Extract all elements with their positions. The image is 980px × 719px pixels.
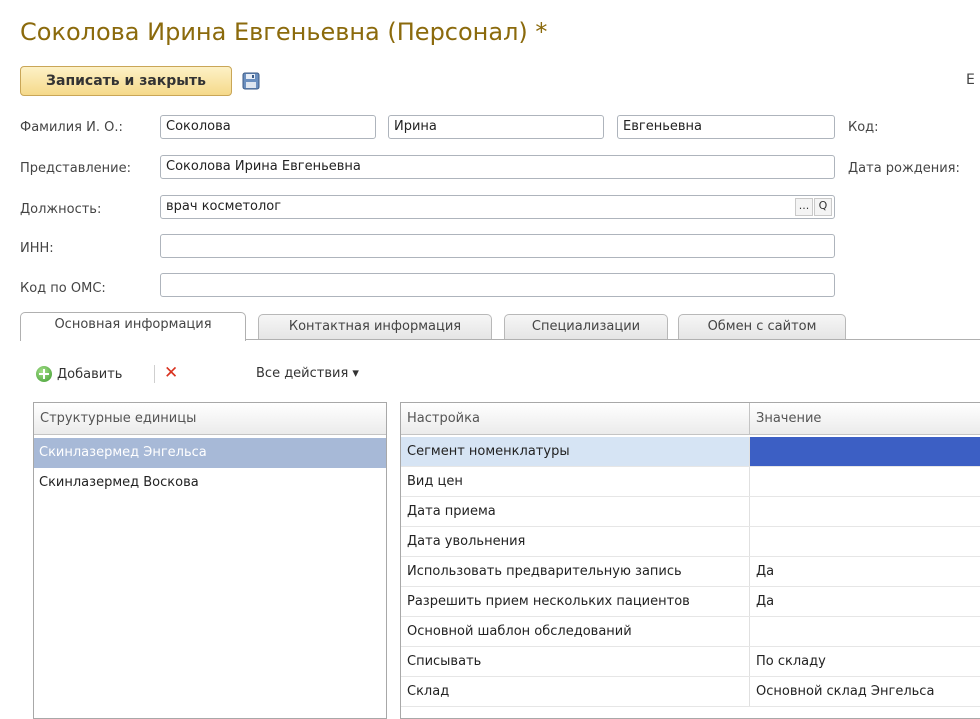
window-title: Соколова Ирина Евгеньевна (Персонал) * xyxy=(20,18,548,46)
setting-cell: Дата приема xyxy=(407,504,496,519)
representation-field[interactable]: Соколова Ирина Евгеньевна xyxy=(160,155,835,179)
position-field[interactable]: врач косметолог ... Q xyxy=(160,195,835,219)
setting-cell: Склад xyxy=(407,684,450,699)
value-cell[interactable] xyxy=(749,437,980,466)
delete-icon[interactable]: ✕ xyxy=(164,364,178,382)
table-row[interactable]: Использовать предварительную запись Да xyxy=(401,557,980,587)
add-button-label: Добавить xyxy=(57,366,123,382)
position-pick-buttons: ... Q xyxy=(795,198,832,216)
value-cell[interactable]: Основной склад Энгельса xyxy=(749,677,980,706)
value-cell[interactable] xyxy=(749,467,980,496)
tab-site-exchange[interactable]: Обмен с сайтом xyxy=(678,314,846,340)
position-select-button[interactable]: ... xyxy=(795,198,813,216)
first-name-field[interactable]: Ирина xyxy=(388,115,604,139)
inn-label: ИНН: xyxy=(20,241,54,256)
settings-table-header: Настройка Значение xyxy=(401,403,980,435)
setting-cell: Списывать xyxy=(407,654,482,669)
value-column-header[interactable]: Значение xyxy=(749,403,980,435)
value-cell[interactable]: По складу xyxy=(749,647,980,676)
setting-cell: Сегмент номенклатуры xyxy=(407,444,570,459)
tab-main-info[interactable]: Основная информация xyxy=(20,312,246,341)
table-row[interactable]: Основной шаблон обследований xyxy=(401,617,980,647)
table-row[interactable]: Склад Основной склад Энгельса xyxy=(401,677,980,707)
middle-name-field[interactable]: Евгеньевна xyxy=(617,115,835,139)
table-row[interactable]: Вид цен xyxy=(401,467,980,497)
toolbar-separator xyxy=(154,365,155,383)
add-button[interactable]: Добавить xyxy=(36,363,122,385)
oms-label: Код по ОМС: xyxy=(20,281,106,296)
table-row[interactable]: Разрешить прием нескольких пациентов Да xyxy=(401,587,980,617)
toolbar-cut-label: Е xyxy=(966,72,975,88)
plus-circle-icon xyxy=(36,366,52,382)
table-row[interactable]: Сегмент номенклатуры xyxy=(401,437,980,467)
setting-cell: Основной шаблон обследований xyxy=(407,624,632,639)
settings-table: Настройка Значение Сегмент номенклатуры … xyxy=(400,402,980,719)
inn-field[interactable] xyxy=(160,234,835,258)
floppy-disk-icon[interactable] xyxy=(242,72,260,90)
table-row[interactable]: Дата приема xyxy=(401,497,980,527)
birth-date-label: Дата рождения: xyxy=(848,161,960,176)
save-and-close-button[interactable]: Записать и закрыть xyxy=(20,66,232,96)
last-name-field[interactable]: Соколова xyxy=(160,115,376,139)
setting-cell: Дата увольнения xyxy=(407,534,526,549)
value-cell[interactable] xyxy=(749,497,980,526)
all-actions-menu[interactable]: Все действия ▾ xyxy=(256,366,359,381)
oms-code-field[interactable] xyxy=(160,273,835,297)
form-toolbar: Записать и закрыть Е xyxy=(20,66,980,96)
table-row[interactable]: Скинлазермед Воскова xyxy=(34,468,386,498)
units-column-header[interactable]: Структурные единицы xyxy=(34,403,386,435)
panel-toolbar: Добавить ✕ Все действия ▾ xyxy=(36,361,436,387)
setting-cell: Использовать предварительную запись xyxy=(407,564,682,579)
table-row[interactable]: Списывать По складу xyxy=(401,647,980,677)
structural-units-table: Структурные единицы Скинлазермед Энгельс… xyxy=(33,402,387,719)
value-cell[interactable] xyxy=(749,527,980,556)
search-icon[interactable]: Q xyxy=(814,198,832,216)
value-cell[interactable] xyxy=(749,617,980,646)
tab-specializations[interactable]: Специализации xyxy=(504,314,668,340)
value-cell[interactable]: Да xyxy=(749,587,980,616)
value-cell[interactable]: Да xyxy=(749,557,980,586)
position-value: врач косметолог xyxy=(166,199,282,214)
table-row[interactable]: Дата увольнения xyxy=(401,527,980,557)
fio-label: Фамилия И. О.: xyxy=(20,120,123,135)
position-label: Должность: xyxy=(20,202,102,217)
units-table-header: Структурные единицы xyxy=(34,403,386,435)
setting-cell: Разрешить прием нескольких пациентов xyxy=(407,594,690,609)
setting-cell: Вид цен xyxy=(407,474,463,489)
table-row[interactable]: Скинлазермед Энгельса xyxy=(34,438,386,468)
tab-contact-info[interactable]: Контактная информация xyxy=(258,314,492,340)
setting-column-header[interactable]: Настройка xyxy=(401,403,749,435)
code-label: Код: xyxy=(848,120,879,135)
tab-bar: Основная информация Контактная информаци… xyxy=(20,312,980,341)
representation-label: Представление: xyxy=(20,161,131,176)
